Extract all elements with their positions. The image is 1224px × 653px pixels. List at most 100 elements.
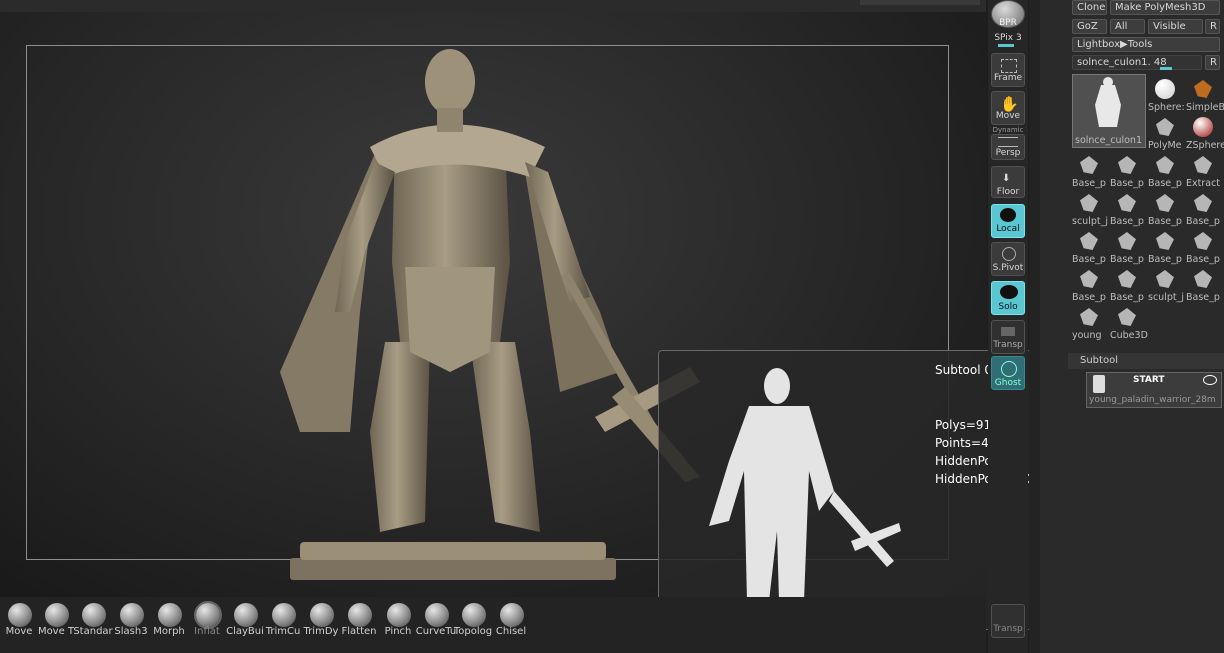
lightbox-tools-button[interactable]: Lightbox▶Tools [1072, 37, 1220, 52]
model-cape [280, 142, 380, 432]
dynamic-label: Dynamic [992, 126, 1024, 134]
top-menu-strip [0, 0, 986, 12]
tool-thumb-icon[interactable] [1152, 76, 1182, 104]
tool-thumb-icon[interactable] [1152, 228, 1182, 256]
brush-icon[interactable] [500, 603, 524, 627]
tool-thumb-icon[interactable] [1076, 190, 1106, 218]
model-neck [437, 108, 463, 132]
frame-label: Frame [993, 73, 1023, 83]
tool-thumb-icon[interactable] [1190, 266, 1220, 294]
tool-thumb-label: Base_p [1110, 216, 1144, 227]
tool-thumb-label: Base_p [1148, 178, 1182, 189]
brush-icon[interactable] [387, 603, 411, 627]
tool-thumb-icon[interactable] [1190, 152, 1220, 180]
top-strip-tab[interactable] [860, 0, 980, 5]
clone-button[interactable]: Clone [1072, 0, 1107, 15]
tool-thumb-icon[interactable] [1114, 228, 1144, 256]
frame-icon [1001, 59, 1017, 73]
brush-icon[interactable] [8, 603, 32, 627]
brush-label: Topolog [453, 626, 493, 637]
ghost-label: Ghost [994, 378, 1022, 388]
solo-label: Solo [998, 302, 1018, 312]
transp-label: Transp [993, 340, 1023, 350]
tool-thumb-label: sculpt_j [1072, 216, 1108, 227]
model-leg-right [470, 342, 540, 532]
brush-icon[interactable] [310, 603, 334, 627]
tool-thumb-icon[interactable] [1152, 190, 1182, 218]
tool-thumb-label: young [1072, 330, 1102, 341]
tool-thumb-icon[interactable] [1190, 76, 1220, 104]
tool-thumb-icon[interactable] [1190, 190, 1220, 218]
subtool-item[interactable]: START young_paladin_warrior_28m [1086, 372, 1222, 408]
brush-label: ClayBui [226, 626, 264, 637]
brush-icon[interactable] [272, 603, 296, 627]
tool-thumb-label: Sphere: [1148, 102, 1185, 113]
brush-label: CurveTu [415, 626, 457, 637]
tool-thumb-label: PolyMe [1148, 140, 1182, 151]
floor-icon: ⬇ [1002, 173, 1011, 184]
current-tool-thumbnail[interactable]: solnce_culon1 [1072, 74, 1146, 148]
brush-label: Move T [37, 626, 75, 637]
local-label: Local [996, 224, 1020, 234]
r-button-2[interactable]: R [1205, 55, 1220, 70]
brush-icon[interactable] [425, 603, 449, 627]
brush-label: Flatten [341, 626, 377, 637]
brush-label: Move [5, 626, 33, 637]
tool-thumb-icon[interactable] [1114, 304, 1144, 332]
subtool-preview-popup [658, 350, 1038, 630]
tool-thumb-label: Extract [1186, 178, 1221, 189]
current-tool-slider[interactable]: solnce_culon1. 48 [1072, 55, 1202, 70]
tool-thumb-icon[interactable] [1076, 304, 1106, 332]
tool-thumb-icon[interactable] [1152, 114, 1182, 142]
start-label: START [1133, 375, 1165, 385]
spix-label: SPix 3 [994, 33, 1022, 43]
spix-slider[interactable] [998, 44, 1014, 47]
tool-slider-handle[interactable] [1160, 67, 1172, 70]
brush-shelf [0, 597, 986, 653]
model-base [290, 542, 616, 580]
spivot-label: S.Pivot [992, 263, 1024, 273]
model-skirt [405, 267, 495, 372]
tool-thumb-label: Cube3D [1110, 330, 1148, 341]
tool-thumb-icon[interactable] [1190, 228, 1220, 256]
brush-icon[interactable] [348, 603, 372, 627]
tool-thumb-label: Base_p [1148, 216, 1182, 227]
brush-icon[interactable] [82, 603, 106, 627]
grid-icon [998, 137, 1018, 147]
tool-thumb-icon[interactable] [1114, 266, 1144, 294]
r-button-1[interactable]: R [1205, 19, 1220, 34]
brush-label: Inflat [194, 626, 220, 637]
tool-thumb-icon[interactable] [1114, 190, 1144, 218]
brush-icon[interactable] [234, 603, 258, 627]
all-button[interactable]: All [1110, 19, 1145, 34]
tool-thumb-label: ZSphere [1186, 140, 1224, 151]
brush-label: TrimDy [303, 626, 339, 637]
tool-thumb-label: Base_p [1186, 254, 1220, 265]
tool-thumb-icon[interactable] [1076, 228, 1106, 256]
tool-thumb-icon[interactable] [1076, 266, 1106, 294]
eye-icon[interactable] [1203, 375, 1217, 385]
brush-label: Standar [73, 626, 113, 637]
subtool-panel-header[interactable]: Subtool [1068, 353, 1224, 369]
tool-thumb-icon[interactable] [1190, 114, 1220, 142]
brush-icon[interactable] [194, 601, 222, 629]
make-polymesh-button[interactable]: Make PolyMesh3D [1110, 0, 1220, 15]
visible-button[interactable]: Visible [1148, 19, 1203, 34]
move-label: Move [995, 111, 1021, 121]
tool-thumb-icon[interactable] [1114, 152, 1144, 180]
goz-button[interactable]: GoZ [1072, 19, 1107, 34]
brush-icon[interactable] [45, 603, 69, 627]
brush-label: Morph [153, 626, 185, 637]
tool-thumb-icon[interactable] [1152, 152, 1182, 180]
shelf-separator [1029, 0, 1040, 653]
tool-thumb-label: Base_p [1072, 178, 1106, 189]
tool-thumb-icon[interactable] [1076, 152, 1106, 180]
brush-icon[interactable] [158, 603, 182, 627]
subtool-index-label: Subtool 0 [935, 363, 993, 377]
tool-thumb-icon[interactable] [1152, 266, 1182, 294]
tool-thumb-label: Base_p [1186, 216, 1220, 227]
brush-icon[interactable] [120, 603, 144, 627]
transp-label-2: Transp [993, 624, 1023, 634]
tool-thumb-label: Base_p [1110, 178, 1144, 189]
brush-icon[interactable] [462, 603, 486, 627]
